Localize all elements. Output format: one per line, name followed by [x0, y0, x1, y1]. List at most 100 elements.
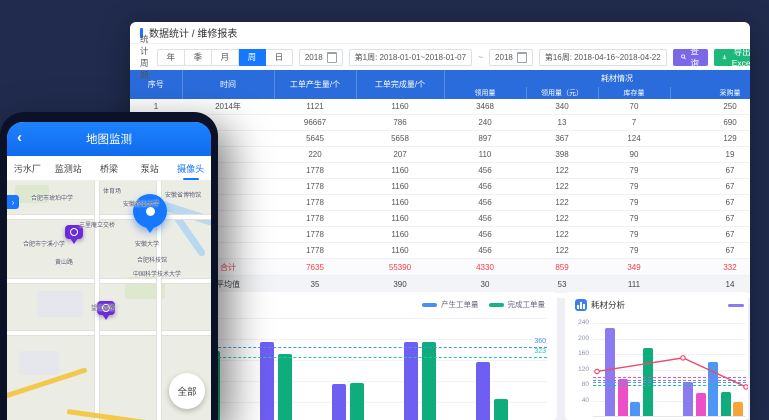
cell-average-value: 14 [670, 276, 750, 293]
start-year-select[interactable]: 2018 [299, 49, 343, 66]
col-header-time[interactable]: 时间 [182, 70, 274, 99]
cell-total-value: 349 [598, 259, 670, 276]
phone-tab-bar: 污水厂监测站桥梁泵站摄像头 [7, 156, 211, 181]
breadcrumb-text: 数据统计 / 维修报表 [149, 25, 237, 40]
cell-value: 1778 [274, 195, 356, 211]
cell-value: 456 [444, 243, 526, 259]
line-data-point [595, 369, 599, 373]
cell-value: 240 [444, 115, 526, 131]
col-subheader[interactable]: 领用量 [444, 87, 526, 99]
filter-bar: 统计周期: 年季月周日 2018 第1周: 2018-01-01~2018-01… [130, 45, 750, 69]
cell-value: 1160 [356, 179, 444, 195]
table-row: 177811604561227967 [130, 179, 750, 195]
back-icon[interactable]: ‹ [17, 130, 22, 146]
map-expand-button[interactable]: › [7, 195, 19, 209]
cell-value: 456 [444, 195, 526, 211]
cell-value: 1778 [274, 243, 356, 259]
period-option[interactable]: 年 [157, 49, 185, 66]
consumables-bar-line-chart: 2402001601208040 [565, 312, 748, 420]
end-year-select[interactable]: 2018 [489, 49, 533, 66]
table-row: 177811604561227967 [130, 163, 750, 179]
phone-screen: ‹ 地图监测 污水厂监测站桥梁泵站摄像头 › 全部 合肥市琥珀中学体育场安徽 [7, 122, 211, 420]
cell-total-value: 332 [670, 259, 750, 276]
bar-完成工单量[interactable] [422, 342, 436, 420]
export-button-label: 导出Excel [730, 46, 750, 68]
cell-value: 122 [526, 243, 598, 259]
cell-value: 1778 [274, 227, 356, 243]
cell-value: 456 [444, 163, 526, 179]
cell-total-value: 7635 [274, 259, 356, 276]
col-subheader[interactable]: 采购量 [670, 87, 750, 99]
cell-value: 79 [598, 163, 670, 179]
phone-tab-桥梁[interactable]: 桥梁 [89, 156, 130, 180]
period-label: 统计周期: [140, 33, 151, 81]
map-label: 黄山路 [55, 257, 73, 266]
cell-value: 1160 [356, 195, 444, 211]
end-week-input[interactable]: 第16周: 2018-04-16~2018-04-22 [539, 49, 667, 66]
table-average-row: 平均值35390305311114 [130, 276, 750, 293]
phone-tab-污水厂[interactable]: 污水厂 [7, 156, 48, 180]
line-data-point [681, 356, 685, 360]
period-option[interactable]: 月 [212, 49, 239, 66]
period-option[interactable]: 日 [266, 49, 293, 66]
phone-tab-泵站[interactable]: 泵站 [129, 156, 170, 180]
bar-完成工单量[interactable] [278, 354, 292, 420]
cell-value: 5645 [274, 131, 356, 147]
table-total-row: 合计7635553904330859349332 [130, 259, 750, 276]
cell-average-value: 35 [274, 276, 356, 293]
cell-value: 1778 [274, 179, 356, 195]
table-row: 177811604561227967 [130, 243, 750, 259]
show-all-button[interactable]: 全部 [169, 373, 205, 409]
trend-line [565, 312, 748, 420]
phone-tab-摄像头[interactable]: 摄像头 [170, 156, 211, 180]
table-row: 12014年11211160346834070250 [130, 99, 750, 115]
chart-title-text: 耗材分析 [591, 299, 625, 311]
col-header-created[interactable]: 工单产生量/个 [274, 70, 356, 99]
col-subheader[interactable]: 领用量（元） [526, 87, 598, 99]
start-year-value: 2018 [305, 53, 323, 62]
bar-产生工单量[interactable] [476, 362, 490, 420]
phone-header: ‹ 地图监测 [7, 122, 211, 156]
cell-value: 122 [526, 211, 598, 227]
map-view[interactable]: › 全部 合肥市琥珀中学体育场安徽农业大学安徽省博物馆三里庵立交桥合肥市宁溪小学… [7, 181, 211, 420]
phone-tab-监测站[interactable]: 监测站 [48, 156, 89, 180]
col-header-consumables-group: 耗材情况 [444, 70, 750, 87]
export-excel-button[interactable]: 导出Excel [714, 49, 750, 66]
table-row: 96667786240137690 [130, 115, 750, 131]
cell-value: 1121 [274, 99, 356, 115]
bar-产生工单量[interactable] [332, 384, 346, 420]
cell-value: 220 [274, 147, 356, 163]
cell-value: 1778 [274, 211, 356, 227]
table-row: 177811604561227967 [130, 227, 750, 243]
end-year-value: 2018 [495, 53, 513, 62]
cell-value: 122 [526, 163, 598, 179]
dashboard-panel: 数据统计 / 维修报表 统计周期: 年季月周日 2018 第1周: 2018-0… [130, 22, 750, 420]
bar-完成工单量[interactable] [494, 399, 508, 420]
period-option[interactable]: 季 [185, 49, 212, 66]
search-icon [681, 53, 686, 61]
query-button[interactable]: 查询 [673, 49, 709, 66]
map-road [7, 331, 211, 335]
col-header-completed[interactable]: 工单完成量/个 [356, 70, 444, 99]
col-header-index[interactable]: 序号 [130, 70, 182, 99]
reference-line-label: 323 [534, 348, 546, 355]
bar-产生工单量[interactable] [404, 342, 418, 420]
cell-total-value: 859 [526, 259, 598, 276]
export-icon [722, 53, 727, 61]
col-subheader[interactable]: 库存量 [598, 87, 670, 99]
cell-value: 79 [598, 195, 670, 211]
bar-产生工单量[interactable] [260, 342, 274, 420]
cell-total-value: 55390 [356, 259, 444, 276]
start-week-input[interactable]: 第1周: 2018-01-01~2018-01-07 [349, 49, 472, 66]
period-option[interactable]: 周 [239, 49, 266, 66]
map-block [37, 291, 83, 317]
cell-value: 7 [598, 115, 670, 131]
cell-average-value: 390 [356, 276, 444, 293]
cell-value: 456 [444, 179, 526, 195]
cell-value: 79 [598, 211, 670, 227]
bar-完成工单量[interactable] [350, 383, 364, 420]
cell-value: 3468 [444, 99, 526, 115]
cell-value: 67 [670, 195, 750, 211]
cell-value: 67 [670, 163, 750, 179]
cell-value: 19 [670, 147, 750, 163]
